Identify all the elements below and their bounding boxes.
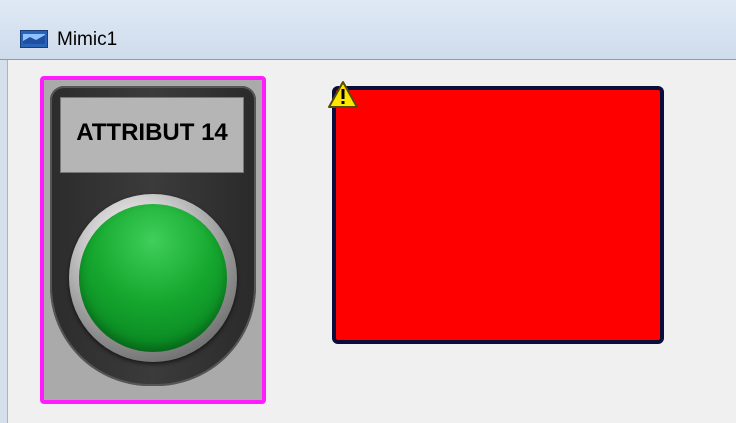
window-left-border [0,60,8,423]
title-bar[interactable]: Mimic1 [0,0,736,60]
window-title: Mimic1 [57,29,118,50]
green-push-button[interactable] [79,204,227,352]
pushbutton-label: ATTRIBUT 14 [76,119,228,146]
warning-icon [328,81,358,108]
mimic-window: Mimic1 ATTRIBUT 14 [0,0,736,423]
red-indicator-rectangle[interactable] [332,86,664,344]
mimic-window-icon [20,30,48,48]
